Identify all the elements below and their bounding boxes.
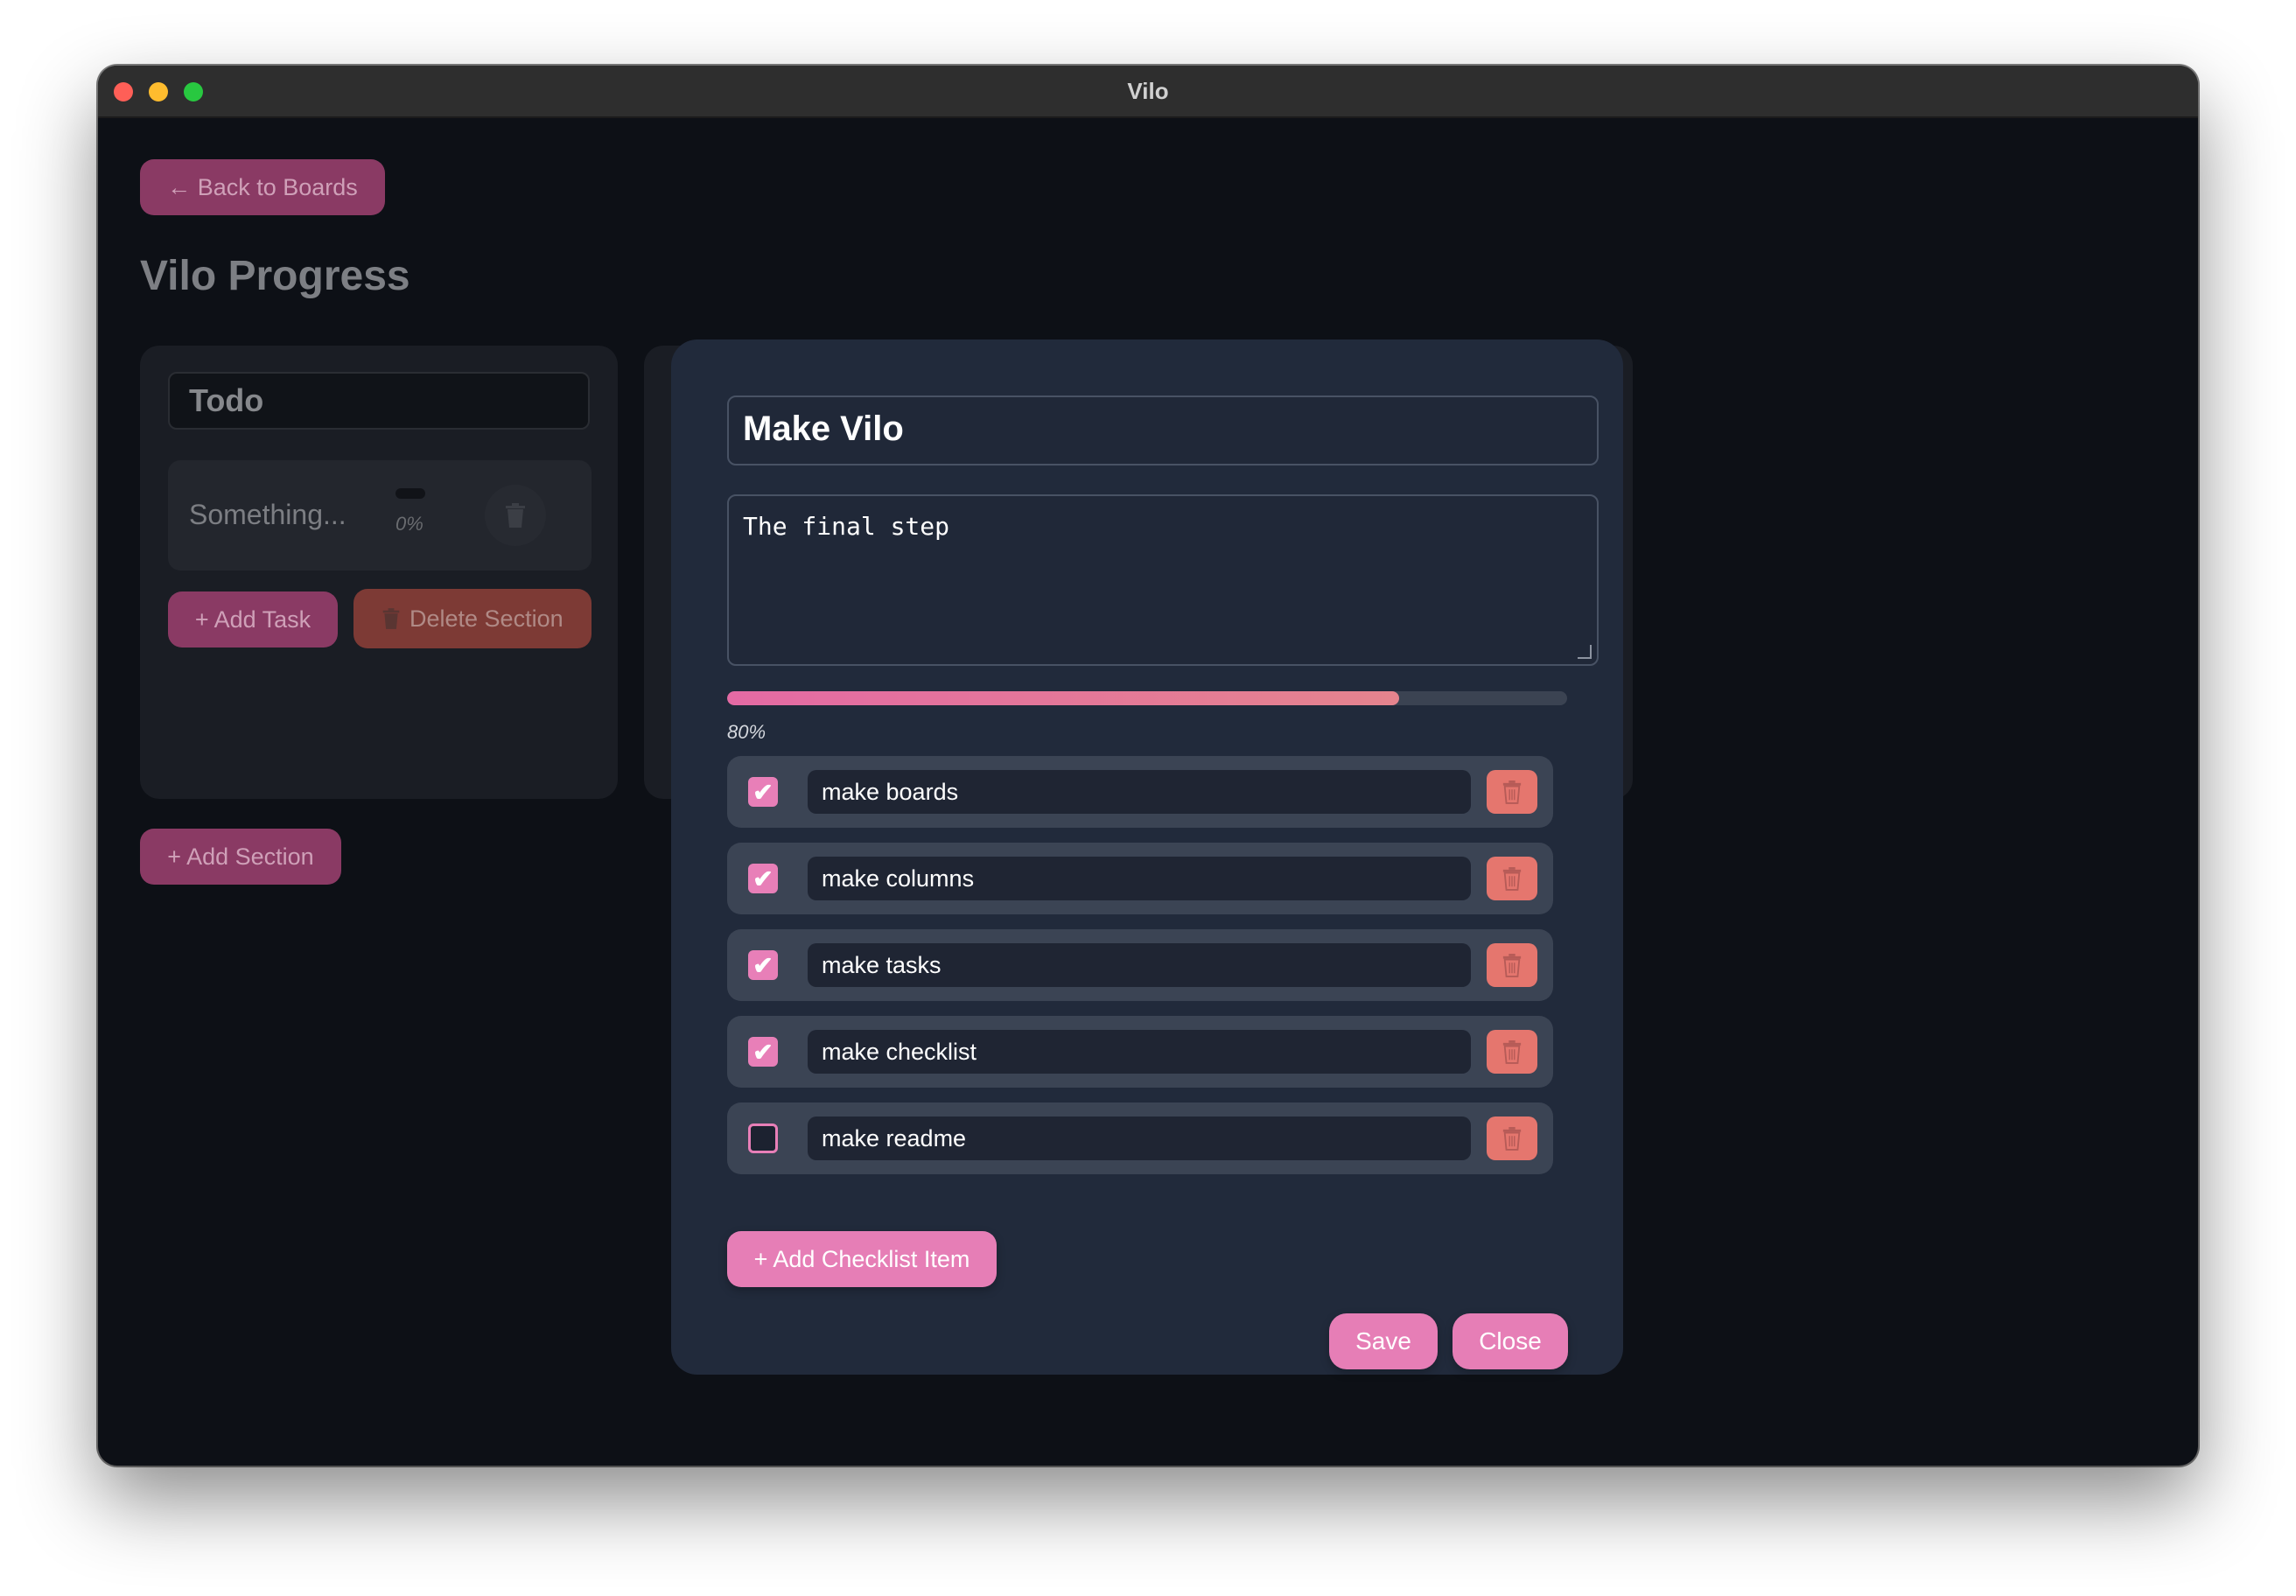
checklist-item: ✔ make boards [727,756,1553,828]
save-button[interactable]: Save [1329,1313,1438,1369]
task-title: Something... [189,499,346,530]
close-button[interactable]: Close [1452,1313,1568,1369]
checklist-item-input[interactable]: make columns [808,857,1471,900]
add-task-button[interactable]: + Add Task [168,592,338,648]
add-checklist-item-button[interactable]: + Add Checklist Item [727,1231,997,1287]
delete-checklist-item-button[interactable] [1487,1116,1537,1160]
task-title-input[interactable]: Make Vilo [727,396,1599,466]
trash-icon [1502,780,1522,804]
delete-section-button[interactable]: Delete Section [354,589,592,648]
task-description-textarea[interactable]: The final step [727,494,1599,666]
task-description-text: The final step [743,512,950,541]
checklist-item: ✔ make columns [727,843,1553,914]
delete-checklist-item-button[interactable] [1487,770,1537,814]
checklist-item-input[interactable]: make readme [808,1116,1471,1160]
checkmark-icon: ✔ [752,864,774,892]
trash-icon [1502,867,1522,891]
section-name-input[interactable]: Todo [168,372,590,430]
delete-section-label: Delete Section [410,605,564,632]
add-section-button[interactable]: + Add Section [140,829,341,885]
trash-icon [1502,954,1522,977]
trash-icon [382,608,400,629]
task-card[interactable]: Something... 0% [168,460,592,570]
board-title: Vilo Progress [140,253,410,299]
checklist-checkbox[interactable]: ✔ [748,777,778,807]
delete-task-button[interactable] [485,485,546,546]
checklist-progress-fill [727,691,1399,705]
resize-handle[interactable] [1578,645,1592,659]
checklist-progress-label: 80% [727,721,766,743]
trash-icon [1502,1040,1522,1064]
checkmark-icon: ✔ [752,951,774,979]
section-todo: Todo Something... 0% + Add Task Delete S… [140,346,618,799]
delete-checklist-item-button[interactable] [1487,857,1537,900]
checkmark-icon: ✔ [752,1038,774,1066]
task-edit-modal: Make Vilo The final step 80% ✔ make board… [671,340,1623,1375]
delete-checklist-item-button[interactable] [1487,1030,1537,1074]
checklist-checkbox[interactable]: ✔ [748,950,778,980]
checklist-item: ✔ make tasks [727,929,1553,1001]
checklist-checkbox[interactable] [748,1124,778,1153]
checklist-item-input[interactable]: make tasks [808,943,1471,987]
task-progress-label: 0% [396,513,424,535]
board-view: ← Back to Boards Vilo Progress Todo Some… [98,116,2198,1466]
checklist-item: ✔ make checklist [727,1016,1553,1088]
trash-icon [1502,1127,1522,1151]
checklist-checkbox[interactable]: ✔ [748,1037,778,1067]
window-title: Vilo [1127,78,1169,104]
checkmark-icon: ✔ [752,778,774,806]
checklist-item-input[interactable]: make boards [808,770,1471,814]
checklist-progress-bar [727,691,1567,705]
task-progress-bar [396,488,425,499]
checklist-item-input[interactable]: make checklist [808,1030,1471,1074]
checklist-item: make readme [727,1102,1553,1174]
title-bar: Vilo [98,66,2198,118]
checklist-checkbox[interactable]: ✔ [748,864,778,893]
back-to-boards-button[interactable]: ← Back to Boards [140,159,385,215]
app-window: Vilo ← Back to Boards Vilo Progress Todo… [98,66,2198,1466]
delete-checklist-item-button[interactable] [1487,943,1537,987]
trash-icon [506,503,525,528]
